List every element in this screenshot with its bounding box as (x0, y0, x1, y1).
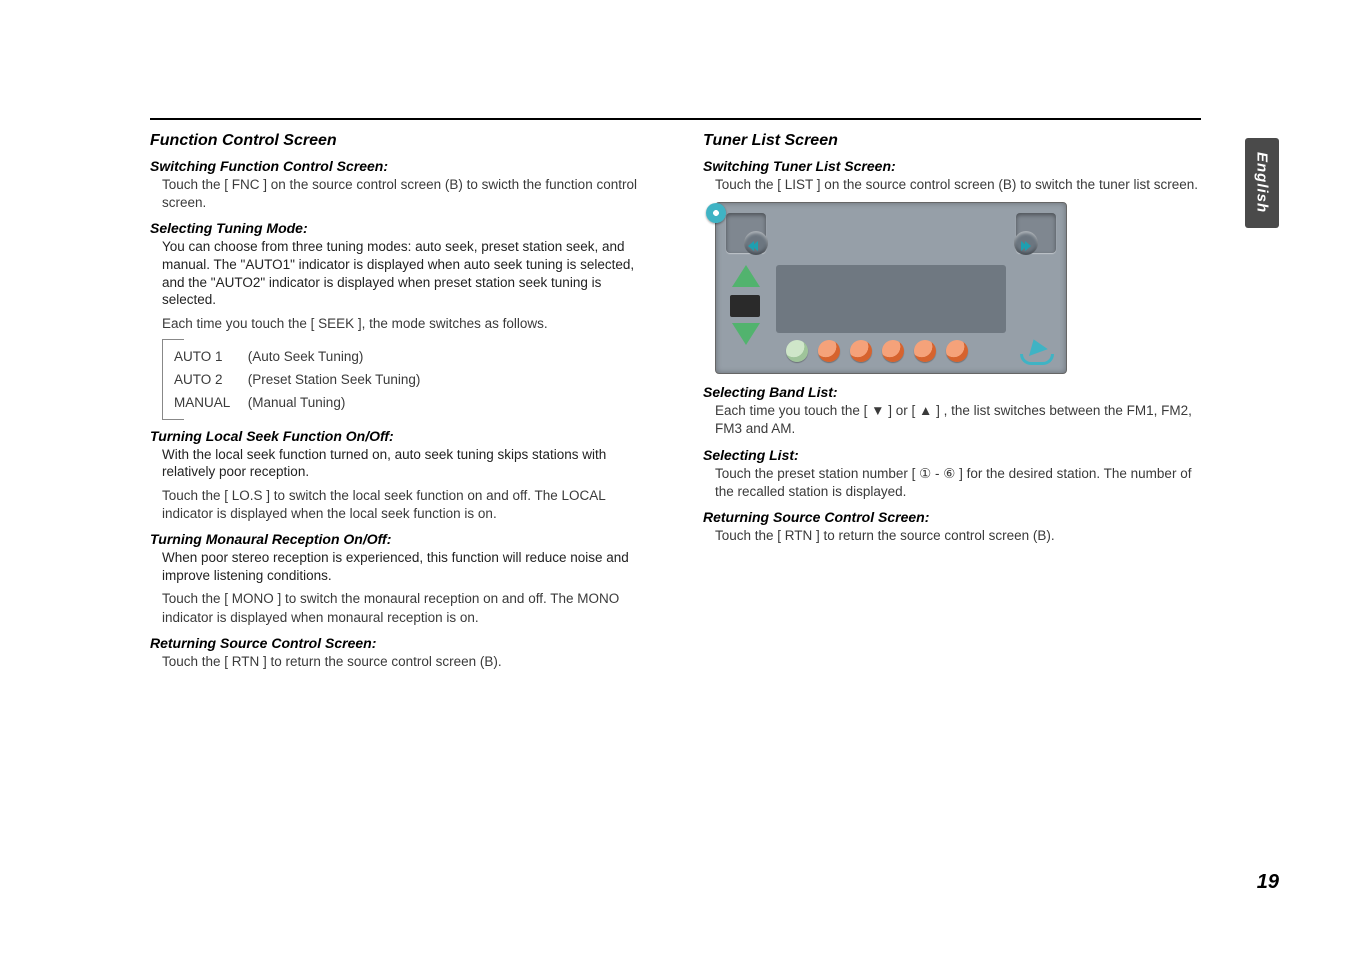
select-list-body: Touch the preset station number [ ① - ⑥ … (715, 465, 1211, 501)
mode-row: MANUAL (Manual Tuning) (174, 391, 658, 414)
right-rtn-body: Touch the [ RTN ] to return the source c… (715, 527, 1211, 545)
selecting-tuning-heading: Selecting Tuning Mode: (150, 220, 658, 236)
top-rule (150, 118, 1201, 120)
left-rtn-body: Touch the [ RTN ] to return the source c… (162, 653, 658, 671)
preset-dot-icon (818, 340, 840, 362)
mono-body: When poor stereo reception is experience… (162, 549, 658, 584)
mono-heading: Turning Monaural Reception On/Off: (150, 531, 658, 547)
selected-band-icon (730, 295, 760, 317)
skip-forward-icon (1014, 231, 1038, 255)
right-rtn-heading: Returning Source Control Screen: (703, 509, 1211, 525)
mode-desc: (Preset Station Seek Tuning) (248, 372, 421, 387)
local-seek-body2: Touch the [ LO.S ] to switch the local s… (162, 487, 658, 523)
station-list-area (776, 265, 1006, 333)
return-icon (1020, 337, 1052, 365)
left-column: Function Control Screen Switching Functi… (150, 120, 658, 677)
selecting-tuning-body2: Each time you touch the [ SEEK ], the mo… (162, 315, 658, 333)
selecting-tuning-body: You can choose from three tuning modes: … (162, 238, 658, 308)
preset-dot-icon (946, 340, 968, 362)
mono-body2: Touch the [ MONO ] to switch the monaura… (162, 590, 658, 626)
switching-list-body: Touch the [ LIST ] on the source control… (715, 176, 1211, 194)
mode-key: AUTO 1 (174, 349, 244, 364)
mode-row: AUTO 2 (Preset Station Seek Tuning) (174, 368, 658, 391)
mode-desc: (Auto Seek Tuning) (248, 349, 364, 364)
mode-desc: (Manual Tuning) (248, 395, 346, 410)
mode-row: AUTO 1 (Auto Seek Tuning) (174, 345, 658, 368)
disc-icon (706, 203, 726, 223)
preset-dot-icon (882, 340, 904, 362)
page-content: Function Control Screen Switching Functi… (0, 0, 1351, 677)
preset-dot-icon (786, 340, 808, 362)
switching-list-heading: Switching Tuner List Screen: (703, 158, 1211, 174)
mode-key: MANUAL (174, 395, 244, 410)
switching-fnc-heading: Switching Function Control Screen: (150, 158, 658, 174)
local-seek-heading: Turning Local Seek Function On/Off: (150, 428, 658, 444)
up-arrow-icon (732, 265, 760, 287)
band-list-heading: Selecting Band List: (703, 384, 1211, 400)
right-column: Tuner List Screen Switching Tuner List S… (703, 120, 1211, 677)
local-seek-body: With the local seek function turned on, … (162, 446, 658, 481)
right-section-heading: Tuner List Screen (703, 132, 1211, 150)
preset-dot-icon (914, 340, 936, 362)
preset-dot-icon (850, 340, 872, 362)
left-section-heading: Function Control Screen (150, 132, 658, 150)
mode-key: AUTO 2 (174, 372, 244, 387)
switching-fnc-body: Touch the [ FNC ] on the source control … (162, 176, 658, 212)
prev-panel-icon (726, 213, 766, 253)
page-number: 19 (1257, 871, 1279, 894)
select-list-heading: Selecting List: (703, 447, 1211, 463)
preset-dots (786, 339, 996, 363)
band-list-body: Each time you touch the [ ▼ ] or [ ▲ ] ,… (715, 402, 1211, 438)
down-arrow-icon (732, 323, 760, 345)
skip-back-icon (744, 231, 768, 255)
next-panel-icon (1016, 213, 1056, 253)
language-tab: English (1245, 138, 1279, 228)
tuning-modes-list: AUTO 1 (Auto Seek Tuning) AUTO 2 (Preset… (162, 339, 658, 420)
tuner-list-screenshot (715, 202, 1067, 374)
left-rtn-heading: Returning Source Control Screen: (150, 635, 658, 651)
